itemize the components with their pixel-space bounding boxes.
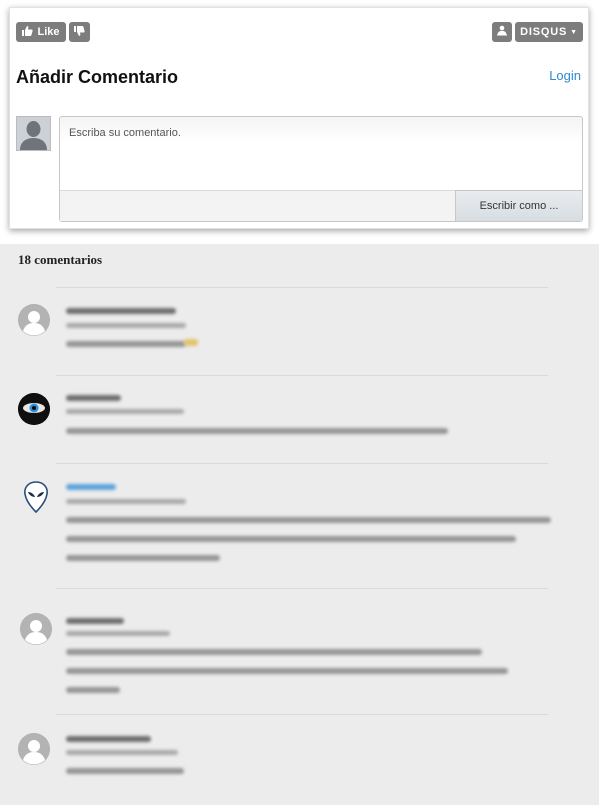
comment-author[interactable] <box>66 484 116 490</box>
commenter-avatar[interactable] <box>20 613 52 645</box>
like-label: Like <box>37 26 60 38</box>
post-as-button[interactable]: Escribir como ... <box>455 190 582 221</box>
comment-body <box>66 687 120 693</box>
commenter-avatar[interactable] <box>22 480 50 514</box>
divider <box>56 588 548 589</box>
comment-date <box>66 323 186 328</box>
user-avatar <box>16 116 51 151</box>
comment-body <box>66 428 448 434</box>
comment-body <box>66 517 551 523</box>
thumbs-down-icon <box>74 25 85 39</box>
divider <box>56 714 548 715</box>
community-button[interactable] <box>492 22 512 42</box>
commenter-avatar[interactable] <box>18 733 50 765</box>
commenter-avatar[interactable] <box>18 393 50 425</box>
divider <box>56 463 548 464</box>
comment-list: 18 comentarios <box>0 244 599 805</box>
divider <box>56 375 548 376</box>
comment-body <box>66 649 482 655</box>
disqus-menu-button[interactable]: DISQUS ▼ <box>515 22 583 42</box>
divider <box>56 287 548 288</box>
like-button[interactable]: Like <box>16 22 66 42</box>
dislike-button[interactable] <box>69 22 90 42</box>
chevron-down-icon: ▼ <box>570 28 578 36</box>
thumbs-up-icon <box>22 25 34 39</box>
comment-body <box>66 536 516 542</box>
page-title: Añadir Comentario <box>16 67 179 87</box>
comment-date <box>66 409 184 414</box>
comment-author[interactable] <box>66 308 176 314</box>
comment-widget: Like DISQUS ▼ Añadir Comentario Login Es… <box>9 7 589 229</box>
commenter-avatar[interactable] <box>18 304 50 336</box>
comment-body <box>66 341 186 347</box>
comment-author[interactable] <box>66 736 151 742</box>
comment-date <box>66 631 170 636</box>
login-link[interactable]: Login <box>549 68 581 83</box>
user-silhouette-icon <box>17 117 50 150</box>
comment-count: 18 comentarios <box>18 252 103 267</box>
community-icon <box>496 25 508 39</box>
comment-body <box>66 768 184 774</box>
comment-placeholder: Escriba su comentario. <box>69 127 181 139</box>
comment-body <box>66 555 220 561</box>
comment-date <box>66 499 186 504</box>
comment-date <box>66 750 178 755</box>
comment-box-footer: Escribir como ... <box>60 190 582 221</box>
comment-textarea[interactable]: Escriba su comentario. Escribir como ... <box>59 116 583 222</box>
comment-body <box>66 668 508 674</box>
comment-author[interactable] <box>66 618 124 624</box>
comment-author[interactable] <box>66 395 121 401</box>
emoji-icon <box>184 339 198 346</box>
disqus-label: DISQUS <box>520 26 568 38</box>
